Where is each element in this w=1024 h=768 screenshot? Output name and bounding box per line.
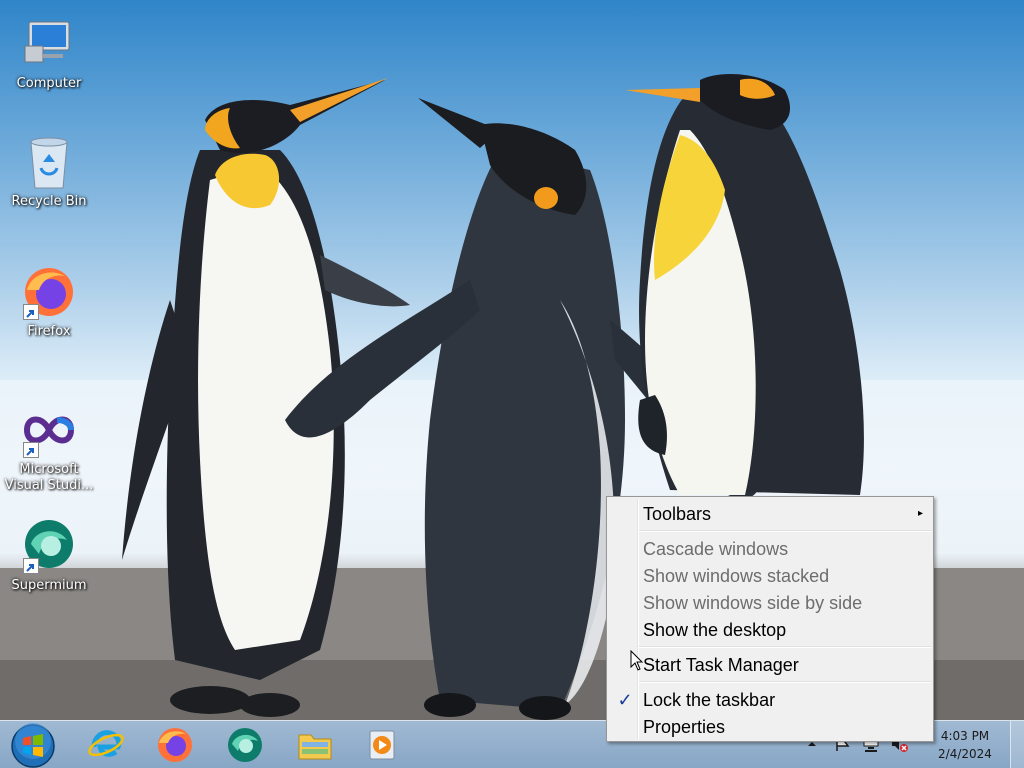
taskbar-file-explorer[interactable] [285, 723, 345, 767]
taskbar-internet-explorer[interactable] [76, 723, 136, 767]
desktop-icon-computer[interactable]: Computer [1, 16, 97, 92]
internet-explorer-icon [88, 730, 124, 757]
mouse-pointer-icon [630, 649, 644, 672]
shortcut-arrow-icon [23, 442, 39, 458]
shortcut-arrow-icon [23, 304, 39, 320]
desktop-icon-visual-studio[interactable]: Microsoft Visual Studi... [1, 402, 97, 494]
menu-item-show-the-desktop[interactable]: Show the desktop [609, 617, 931, 643]
windows-logo-icon [11, 723, 55, 768]
show-desktop-button[interactable] [1010, 721, 1024, 768]
menu-item-label: Lock the taskbar [643, 690, 776, 710]
menu-item-show-windows-stacked: Show windows stacked [609, 563, 931, 589]
menu-item-cascade-windows: Cascade windows [609, 536, 931, 562]
taskbar-firefox[interactable] [145, 723, 205, 767]
start-button[interactable] [10, 723, 56, 768]
menu-item-start-task-manager[interactable]: Start Task Manager [609, 652, 931, 678]
folder-icon [298, 734, 332, 760]
checkmark-icon: ✓ [617, 690, 633, 710]
submenu-arrow-icon: ▸ [917, 508, 923, 519]
clock-date: 2/4/2024 [938, 747, 992, 761]
desktop-icon-label: Recycle Bin [11, 194, 87, 209]
supermium-icon [21, 518, 77, 574]
computer-icon [21, 16, 77, 72]
menu-item-show-windows-side-by-side: Show windows side by side [609, 590, 931, 616]
menu-item-label: Start Task Manager [643, 655, 799, 675]
menu-separator [639, 530, 931, 532]
menu-item-toolbars[interactable]: Toolbars ▸ [609, 501, 931, 527]
supermium-icon [228, 728, 262, 762]
menu-item-label: Show the desktop [643, 620, 787, 640]
firefox-icon [21, 264, 77, 320]
clock-time: 4:03 PM [940, 729, 990, 743]
menu-item-label: Cascade windows [643, 539, 789, 559]
desktop-icon-label: Supermium [11, 578, 87, 593]
menu-item-label: Show windows side by side [643, 593, 863, 613]
firefox-icon [158, 728, 192, 762]
menu-item-properties[interactable]: Properties [609, 714, 931, 740]
desktop-icon-label: Firefox [27, 324, 71, 339]
taskbar-media-player[interactable] [352, 723, 412, 767]
visual-studio-icon [21, 402, 77, 458]
menu-separator [639, 681, 931, 683]
desktop-icon-supermium[interactable]: Supermium [1, 518, 97, 594]
menu-separator [639, 646, 931, 648]
recycle-bin-icon [21, 134, 77, 190]
desktop-icon-label: Microsoft Visual Studi... [4, 462, 94, 493]
shortcut-arrow-icon [23, 558, 39, 574]
system-clock[interactable]: 4:03 PM 2/4/2024 [928, 727, 1002, 763]
media-player-icon [369, 730, 395, 760]
desktop-icon-recycle-bin[interactable]: Recycle Bin [1, 134, 97, 210]
menu-item-lock-the-taskbar[interactable]: ✓ Lock the taskbar [609, 687, 931, 713]
menu-item-label: Toolbars [643, 504, 712, 524]
taskbar-supermium[interactable] [215, 723, 275, 767]
menu-item-label: Show windows stacked [643, 566, 830, 586]
menu-item-label: Properties [643, 717, 726, 737]
taskbar-context-menu: Toolbars ▸ Cascade windows Show windows … [606, 496, 934, 742]
desktop-icon-firefox[interactable]: Firefox [1, 264, 97, 340]
desktop-icon-label: Computer [16, 76, 82, 91]
